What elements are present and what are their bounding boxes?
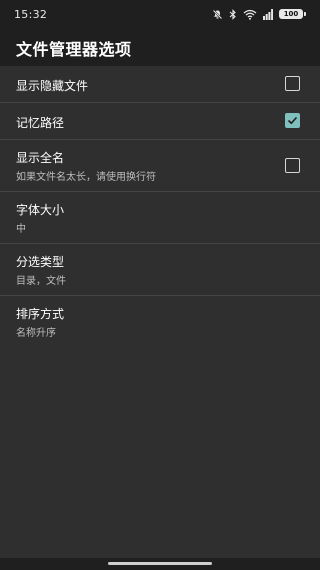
option-title: 排序方式 [16, 307, 65, 321]
gesture-handle[interactable] [108, 562, 212, 565]
check-icon [287, 116, 298, 125]
option-sort-order[interactable]: 排序方式 名称升序 [0, 296, 320, 348]
option-title: 字体大小 [16, 203, 65, 217]
mute-icon [212, 9, 223, 20]
battery-icon: 100 [279, 9, 306, 19]
option-subtitle: 目录，文件 [16, 276, 66, 287]
page-title: 文件管理器选项 [16, 40, 132, 59]
option-title: 分选类型 [16, 255, 65, 269]
option-subtitle: 中 [16, 224, 26, 235]
option-subtitle: 名称升序 [16, 328, 56, 339]
status-time: 15:32 [14, 8, 48, 21]
option-show-hidden-files[interactable]: 显示隐藏文件 [0, 66, 320, 103]
option-remember-path[interactable]: 记忆路径 [0, 103, 320, 140]
status-icons: 100 [212, 7, 306, 21]
wifi-icon [243, 9, 257, 20]
battery-level: 100 [279, 9, 303, 19]
show-full-name-checkbox[interactable] [285, 157, 300, 173]
remember-path-checkbox[interactable] [285, 113, 300, 128]
option-show-full-name[interactable]: 显示全名 如果文件名太长，请使用换行符 [0, 140, 320, 192]
app-toolbar: 文件管理器选项 [0, 28, 320, 66]
options-list: 显示隐藏文件 记忆路径 显示全名 如果文件名太长，请使用换行符 字体大小 中 分… [0, 66, 320, 348]
bluetooth-icon [229, 8, 237, 20]
option-sort-type[interactable]: 分选类型 目录，文件 [0, 244, 320, 296]
show-hidden-files-checkbox[interactable] [285, 76, 300, 91]
navigation-bar [0, 558, 320, 570]
option-title: 显示隐藏文件 [16, 79, 89, 93]
option-subtitle: 如果文件名太长，请使用换行符 [16, 172, 156, 183]
option-title: 显示全名 [16, 151, 65, 165]
option-title: 记忆路径 [16, 116, 65, 130]
signal-icon [263, 8, 273, 20]
option-font-size[interactable]: 字体大小 中 [0, 192, 320, 244]
status-bar: 15:32 100 [0, 0, 320, 28]
